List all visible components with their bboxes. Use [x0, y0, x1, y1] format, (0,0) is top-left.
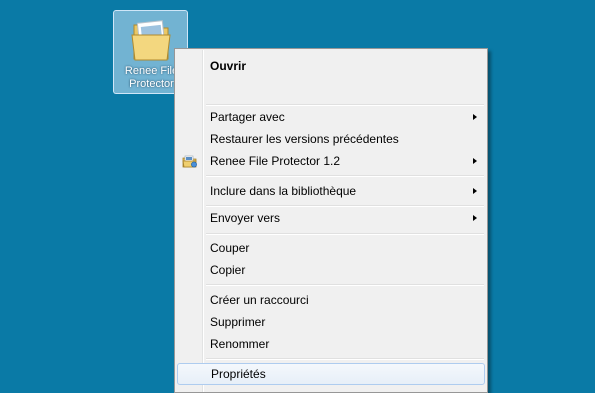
menu-item-include-in-library[interactable]: Inclure dans la bibliothèque: [177, 180, 485, 202]
menu-item-renee-file-protector[interactable]: Renee File Protector 1.2: [177, 150, 485, 172]
menu-item-label: Couper: [210, 241, 250, 255]
menu-item-open[interactable]: Ouvrir: [177, 55, 485, 77]
menu-item-label: Créer un raccourci: [210, 293, 309, 307]
menu-item-restore-previous-versions[interactable]: Restaurer les versions précédentes: [177, 128, 485, 150]
menu-separator: [206, 233, 484, 235]
menu-item-label: Ouvrir: [210, 59, 247, 73]
menu-item-delete[interactable]: Supprimer: [177, 311, 485, 333]
menu-item-copy[interactable]: Copier: [177, 259, 485, 281]
menu-item-label: Partager avec: [210, 110, 285, 124]
menu-item-label: Propriétés: [211, 367, 266, 381]
menu-item-properties[interactable]: Propriétés: [177, 363, 485, 385]
menu-item-send-to[interactable]: Envoyer vers: [177, 207, 485, 229]
menu-separator: [206, 175, 484, 177]
menu-item-create-shortcut[interactable]: Créer un raccourci: [177, 289, 485, 311]
submenu-arrow-icon: [473, 215, 477, 221]
menu-item-cut[interactable]: Couper: [177, 237, 485, 259]
menu-item-label: Inclure dans la bibliothèque: [210, 184, 357, 198]
menu-item-rename[interactable]: Renommer: [177, 333, 485, 355]
menu-item-label: Renommer: [210, 337, 270, 351]
menu-item-label: Copier: [210, 263, 246, 277]
submenu-arrow-icon: [473, 188, 477, 194]
menu-item-label: Supprimer: [210, 315, 266, 329]
menu-item-label: Restaurer les versions précédentes: [210, 132, 399, 146]
menu-separator: [206, 284, 484, 286]
folder-icon: [131, 20, 171, 61]
menu-item-label: Envoyer vers: [210, 211, 281, 225]
context-menu: Ouvrir Partager avec Restaurer les versi…: [174, 48, 488, 393]
menu-separator: [206, 358, 484, 360]
menu-item-share-with[interactable]: Partager avec: [177, 106, 485, 128]
submenu-arrow-icon: [473, 114, 477, 120]
renee-file-protector-icon: [182, 155, 197, 168]
submenu-arrow-icon: [473, 158, 477, 164]
menu-item-label: Renee File Protector 1.2: [210, 154, 341, 168]
